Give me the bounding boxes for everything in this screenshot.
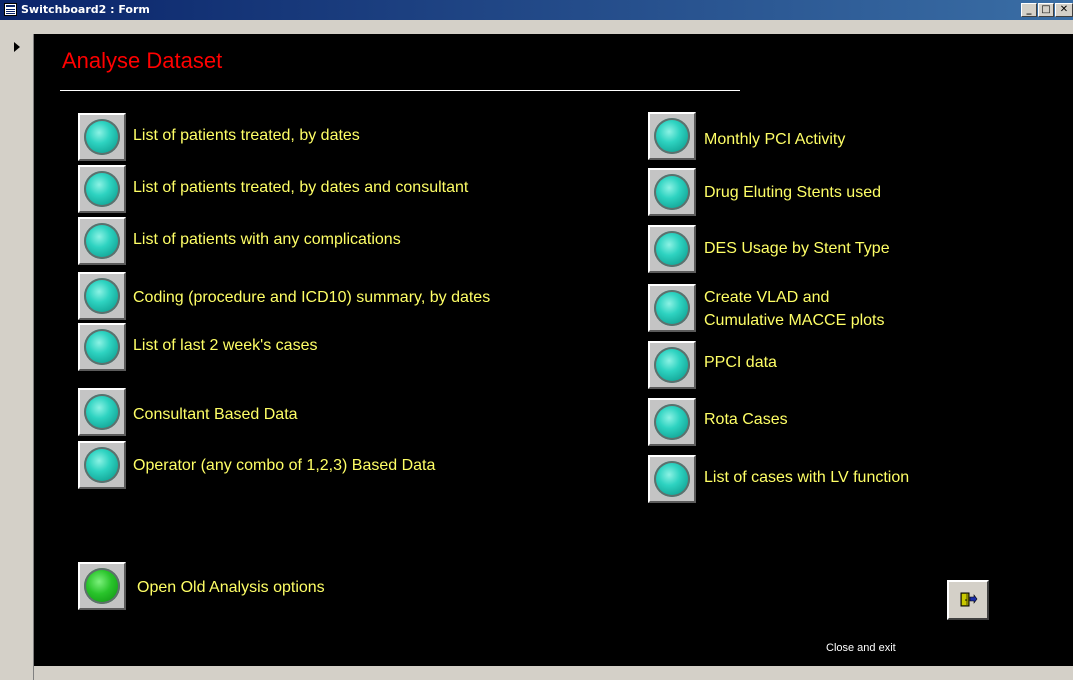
option-label: List of last 2 week's cases (133, 337, 318, 354)
green-button-icon (84, 568, 120, 604)
option-button-patients-by-dates[interactable] (78, 113, 126, 161)
option-button-last-2-weeks[interactable] (78, 323, 126, 371)
option-button-vlad-macce[interactable] (648, 284, 696, 332)
option-button-rota-cases[interactable] (648, 398, 696, 446)
option-button-lv-function[interactable] (648, 455, 696, 503)
teal-button-icon (654, 174, 690, 210)
option-label: List of patients with any complications (133, 231, 401, 248)
teal-button-icon (654, 404, 690, 440)
option-button-monthly-pci[interactable] (648, 112, 696, 160)
teal-button-icon (84, 278, 120, 314)
option-label: List of patients treated, by dates (133, 127, 360, 144)
form-heading: Analyse Dataset (62, 48, 223, 73)
teal-button-icon (84, 171, 120, 207)
teal-button-icon (84, 447, 120, 483)
teal-button-icon (84, 223, 120, 259)
record-selector[interactable] (10, 34, 34, 680)
teal-button-icon (654, 461, 690, 497)
option-button-old-analysis[interactable] (78, 562, 126, 610)
option-button-ppci-data[interactable] (648, 341, 696, 389)
option-button-patients-by-dates-consultant[interactable] (78, 165, 126, 213)
maximize-button[interactable]: □ (1038, 3, 1054, 17)
teal-button-icon (654, 118, 690, 154)
option-label-line2: Cumulative MACCE plots (704, 312, 885, 329)
heading-divider (60, 90, 740, 91)
close-exit-label: Close and exit (826, 642, 896, 654)
close-exit-button[interactable] (947, 580, 989, 620)
option-button-des-by-stent-type[interactable] (648, 225, 696, 273)
option-label: Monthly PCI Activity (704, 131, 846, 148)
teal-button-icon (654, 290, 690, 326)
option-label: Consultant Based Data (133, 406, 298, 423)
window-title: Switchboard2 : Form (21, 3, 150, 16)
option-label: Drug Eluting Stents used (704, 184, 881, 201)
current-record-arrow-icon (14, 42, 20, 52)
option-label: Coding (procedure and ICD10) summary, by… (133, 289, 491, 306)
option-label: Open Old Analysis options (137, 579, 325, 596)
option-label: DES Usage by Stent Type (704, 240, 890, 257)
option-button-consultant-data[interactable] (78, 388, 126, 436)
option-button-patients-complications[interactable] (78, 217, 126, 265)
close-button[interactable]: ✕ (1055, 3, 1073, 17)
teal-button-icon (654, 347, 690, 383)
option-label: Operator (any combo of 1,2,3) Based Data (133, 457, 436, 474)
form-icon (4, 3, 17, 16)
access-form-window: Switchboard2 : Form _ □ ✕ Analyse Datase… (0, 0, 1073, 680)
teal-button-icon (84, 394, 120, 430)
option-label: PPCI data (704, 354, 777, 371)
teal-button-icon (84, 119, 120, 155)
option-button-des-used[interactable] (648, 168, 696, 216)
teal-button-icon (654, 231, 690, 267)
option-label-line1: Create VLAD and (704, 289, 830, 306)
door-exit-icon (960, 592, 978, 607)
option-label: Rota Cases (704, 411, 788, 428)
option-label: List of patients treated, by dates and c… (133, 179, 469, 196)
teal-button-icon (84, 329, 120, 365)
option-button-operator-data[interactable] (78, 441, 126, 489)
option-button-coding-summary[interactable] (78, 272, 126, 320)
minimize-button[interactable]: _ (1021, 3, 1037, 17)
title-bar[interactable]: Switchboard2 : Form _ □ ✕ (0, 0, 1073, 20)
option-label: List of cases with LV function (704, 469, 910, 486)
